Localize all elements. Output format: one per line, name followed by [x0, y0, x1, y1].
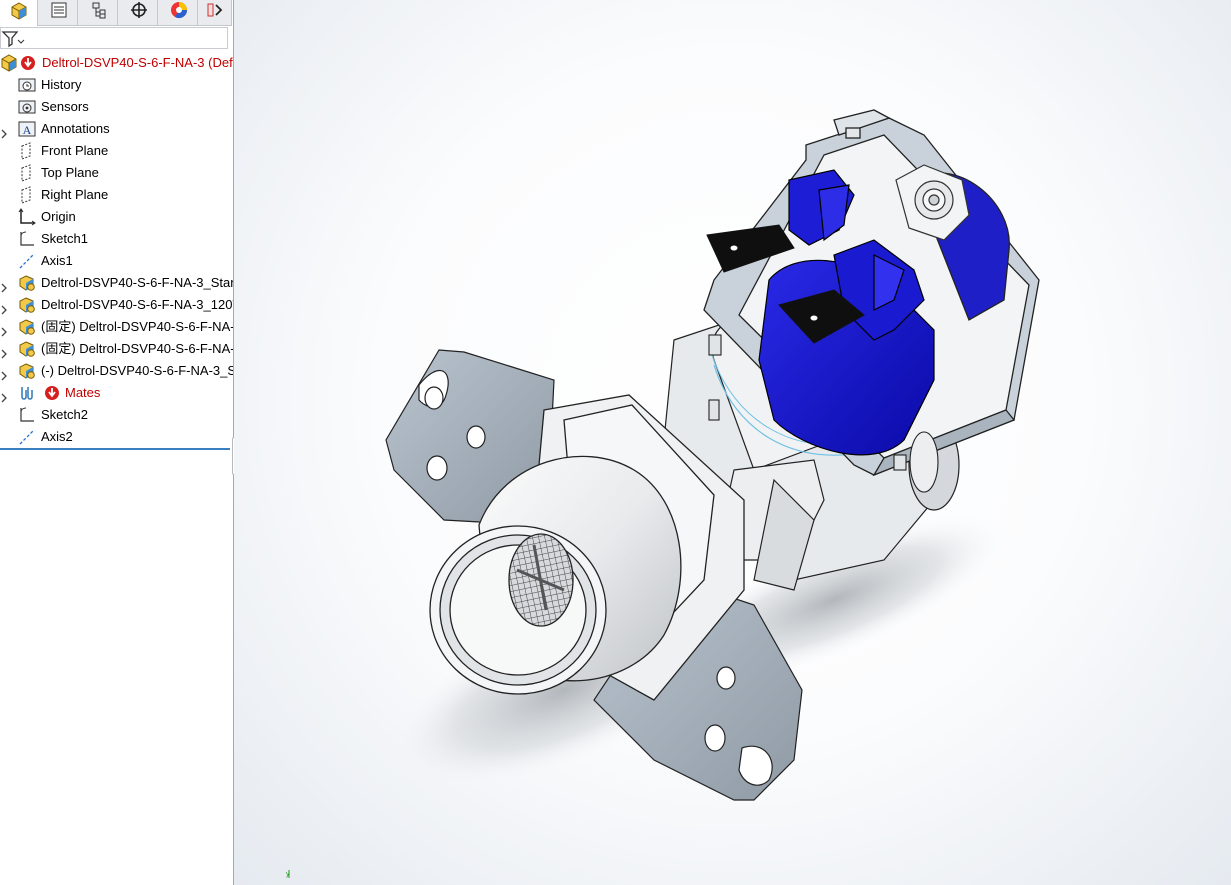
tree-item[interactable]: Mates: [0, 382, 233, 404]
tree-item-label: Sketch2: [41, 407, 88, 422]
tree-item[interactable]: Deltrol-DSVP40-S-6-F-NA-3_Stanc: [0, 272, 233, 294]
origin-icon: [18, 208, 36, 226]
expand-arrow-icon[interactable]: [0, 322, 8, 337]
expand-arrow-icon[interactable]: [0, 278, 8, 293]
expand-arrow-icon[interactable]: [0, 344, 8, 359]
tree-item-label: (-) Deltrol-DSVP40-S-6-F-NA-3_St: [41, 363, 234, 378]
rebuild-error-icon: [19, 54, 37, 72]
tree-item-label: History: [41, 77, 82, 92]
tree-item-label: Deltrol-DSVP40-S-6-F-NA-3 (Defa: [42, 55, 234, 70]
tree-item-label: Axis1: [41, 253, 73, 268]
subassembly-icon: [18, 362, 36, 380]
expand-arrow-icon[interactable]: [0, 366, 8, 381]
tree-item[interactable]: Deltrol-DSVP40-S-6-F-NA-3_120V: [0, 294, 233, 316]
tab-more[interactable]: [200, 0, 232, 25]
tree-item-label: Front Plane: [41, 143, 109, 158]
tree-item-label: Axis2: [41, 429, 73, 444]
tree-item-label: Mates: [65, 385, 101, 400]
tree-item[interactable]: (固定) Deltrol-DSVP40-S-6-F-NA-3: [0, 316, 233, 338]
tree-item[interactable]: (-) Deltrol-DSVP40-S-6-F-NA-3_St: [0, 360, 233, 382]
tree-item[interactable]: Front Plane: [0, 140, 233, 162]
configuration-icon: [90, 1, 108, 24]
funnel-icon[interactable]: [1, 29, 25, 49]
tree-item-label: Deltrol-DSVP40-S-6-F-NA-3_120V: [41, 297, 234, 312]
expand-arrow-icon[interactable]: [0, 300, 8, 315]
svg-text:A: A: [23, 123, 32, 137]
sketch-icon: [18, 230, 36, 248]
tree-item[interactable]: Axis2: [0, 426, 233, 448]
sensor-icon: [18, 98, 36, 116]
subassembly-icon: [18, 318, 36, 336]
view-triad: y: [286, 870, 290, 878]
chevron-right-icon: [207, 1, 225, 24]
tab-configuration-manager[interactable]: [80, 0, 118, 25]
tree-item-label: Right Plane: [41, 187, 109, 202]
panel-tab-bar: [0, 0, 232, 26]
plane-icon: [18, 142, 36, 160]
axis-icon: [18, 252, 36, 270]
tree-item[interactable]: History: [0, 74, 233, 96]
tree-item[interactable]: Deltrol-DSVP40-S-6-F-NA-3 (Defa: [0, 52, 233, 74]
annotation-icon: A: [18, 120, 36, 138]
graphics-area[interactable]: y: [234, 0, 1231, 885]
tree-item-label: Annotations: [41, 121, 110, 136]
tab-property-manager[interactable]: [40, 0, 78, 25]
tree-item-label: Sensors: [41, 99, 89, 114]
tree-item-label: (固定) Deltrol-DSVP40-S-6-F-NA-3: [41, 319, 234, 334]
subassembly-icon: [18, 274, 36, 292]
triad-y-label: y: [286, 871, 290, 878]
assembly-icon: [0, 54, 18, 72]
tree-item-label: (固定) Deltrol-DSVP40-S-6-F-NA-3: [41, 341, 234, 356]
subassembly-icon: [18, 296, 36, 314]
tree-item-label: Origin: [41, 209, 76, 224]
tree-item-label: Deltrol-DSVP40-S-6-F-NA-3_Stanc: [41, 275, 234, 290]
tree-item[interactable]: A Annotations: [0, 118, 233, 140]
plane-icon: [18, 164, 36, 182]
plane-icon: [18, 186, 36, 204]
tab-display-manager[interactable]: [160, 0, 198, 25]
tree-item-label: Top Plane: [41, 165, 99, 180]
expand-arrow-icon[interactable]: [0, 124, 8, 139]
appearance-pie-icon: [170, 1, 188, 24]
tree-item[interactable]: Origin: [0, 206, 233, 228]
mates-icon: [18, 384, 36, 402]
assembly-icon: [10, 1, 28, 25]
tree-item[interactable]: Right Plane: [0, 184, 233, 206]
tree-item[interactable]: Top Plane: [0, 162, 233, 184]
expand-arrow-icon[interactable]: [0, 388, 8, 403]
rebuild-error-icon: [43, 384, 61, 402]
tree-item[interactable]: Sensors: [0, 96, 233, 118]
tree-item[interactable]: Sketch2: [0, 404, 233, 426]
axis-icon: [18, 428, 36, 446]
history-icon: [18, 76, 36, 94]
tab-dimxpert-manager[interactable]: [120, 0, 158, 25]
tree-filter-field[interactable]: [0, 27, 228, 49]
feature-manager-panel: Deltrol-DSVP40-S-6-F-NA-3 (Defa History Se…: [0, 0, 234, 885]
tab-feature-manager[interactable]: [0, 0, 38, 26]
subassembly-icon: [18, 340, 36, 358]
sketch-icon: [18, 406, 36, 424]
crosshair-icon: [130, 1, 148, 24]
tree-item[interactable]: (固定) Deltrol-DSVP40-S-6-F-NA-3: [0, 338, 233, 360]
tree-item[interactable]: Sketch1: [0, 228, 233, 250]
tree-item[interactable]: Axis1: [0, 250, 233, 272]
tree-item-label: Sketch1: [41, 231, 88, 246]
property-list-icon: [50, 1, 68, 24]
solenoid-valve-3d-model[interactable]: y: [234, 0, 1231, 885]
rollback-bar[interactable]: [0, 448, 230, 450]
